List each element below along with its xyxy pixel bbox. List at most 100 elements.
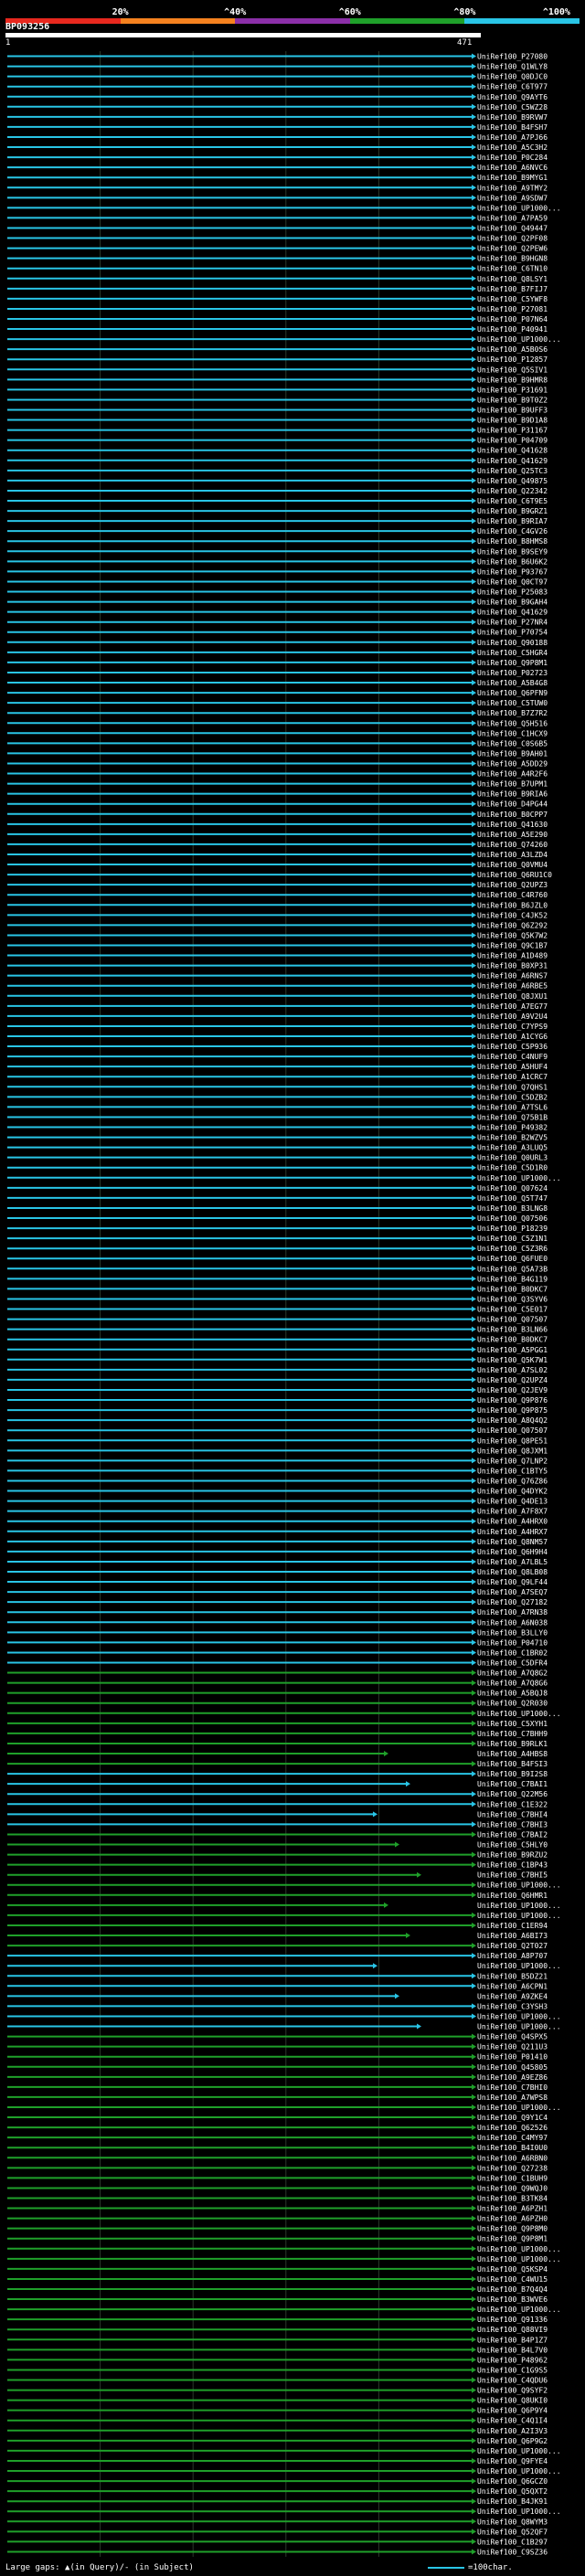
hit-label: UniRef100_Q6FUE0 xyxy=(477,1255,548,1263)
hit-arrow-icon xyxy=(472,63,476,69)
hit-arrow-icon xyxy=(472,1548,476,1554)
hit-arrow-icon xyxy=(472,770,476,777)
hit-label: UniRef100_B6JZL0 xyxy=(477,901,548,909)
hit-label: UniRef100_Q0DJC0 xyxy=(477,73,548,81)
hit-label: UniRef100_Q9WQJ0 xyxy=(477,2184,548,2192)
hit-arrow-icon xyxy=(472,2488,476,2495)
hit-label: UniRef100_A9ZKE4 xyxy=(477,1992,548,2000)
hit-label: UniRef100_B7Z7R2 xyxy=(477,709,548,717)
hit-label: UniRef100_P04709 xyxy=(477,437,548,445)
hit-arrow-icon xyxy=(472,2518,476,2525)
hit-label: UniRef100_C7BAI1 xyxy=(477,1780,548,1788)
hit-arrow-icon xyxy=(472,1326,476,1332)
hit-label: UniRef100_Q2UPZ4 xyxy=(477,1376,548,1384)
hit-arrow-icon xyxy=(472,2165,476,2171)
hit-arrow-icon xyxy=(472,477,476,483)
scale-legend-label: =100char. xyxy=(468,2563,513,2572)
hit-arrow-icon xyxy=(472,1427,476,1434)
hit-label: UniRef100_P02723 xyxy=(477,669,548,677)
hit-label: UniRef100_Q211U3 xyxy=(477,2043,548,2051)
hit-label: UniRef100_A6NVC6 xyxy=(477,164,548,172)
hit-label: UniRef100_A5C3H2 xyxy=(477,143,548,152)
hit-arrow-icon xyxy=(472,800,476,807)
hit-arrow-icon xyxy=(373,1811,378,1818)
hit-arrow-icon xyxy=(472,1498,476,1504)
hit-arrow-icon xyxy=(472,1246,476,1252)
hit-arrow-icon xyxy=(472,1983,476,1989)
hit-arrow-icon xyxy=(472,1528,476,1534)
hit-label: UniRef100_Q49447 xyxy=(477,224,548,232)
hit-label: UniRef100_C7BHI4 xyxy=(477,1810,548,1818)
hit-arrow-icon xyxy=(472,2286,476,2293)
hit-label: UniRef100_Q0VMU4 xyxy=(477,861,548,869)
hit-arrow-icon xyxy=(472,205,476,211)
hit-label: UniRef100_C7BHI5 xyxy=(477,1871,548,1880)
hit-arrow-icon xyxy=(472,346,476,353)
hit-label: UniRef100_P40941 xyxy=(477,325,548,334)
hit-label: UniRef100_Q2R030 xyxy=(477,1700,548,1708)
hit-label: UniRef100_C4QDU6 xyxy=(477,2377,548,2385)
hit-arrow-icon xyxy=(472,1215,476,1222)
hit-label: UniRef100_A6RBN0 xyxy=(477,2154,548,2162)
hit-arrow-icon xyxy=(472,2033,476,2040)
hit-arrow-icon xyxy=(472,2549,476,2555)
hit-arrow-icon xyxy=(472,1458,476,1464)
hit-label: UniRef100_A8Q4Q2 xyxy=(477,1416,548,1425)
hit-label: UniRef100_Q6PFN9 xyxy=(477,689,548,697)
hit-label: UniRef100_B9RIA6 xyxy=(477,790,548,799)
hit-label: UniRef100_C4WU15 xyxy=(477,2275,548,2284)
hit-arrow-icon xyxy=(472,2043,476,2050)
hit-arrow-icon xyxy=(472,2367,476,2373)
hit-label: UniRef100_A1CYG6 xyxy=(477,1033,548,1041)
hit-arrow-icon xyxy=(472,992,476,999)
hit-label: UniRef100_Q74260 xyxy=(477,841,548,849)
hit-label: UniRef100_A7Q8G2 xyxy=(477,1670,548,1678)
hit-arrow-icon xyxy=(472,1376,476,1383)
hit-arrow-icon xyxy=(472,2155,476,2161)
hit-label: UniRef100_Q6HMR1 xyxy=(477,1892,548,1900)
hit-label: UniRef100_A7RN38 xyxy=(477,1608,548,1617)
hit-arrow-icon xyxy=(472,1943,476,1949)
hit-arrow-icon xyxy=(472,558,476,565)
hit-label: UniRef100_Q41630 xyxy=(477,821,548,829)
hit-label: UniRef100_UP1000... xyxy=(477,1174,561,1182)
hit-label: UniRef100_C4MY97 xyxy=(477,2134,548,2142)
hit-arrow-icon xyxy=(472,2104,476,2110)
hit-arrow-icon xyxy=(472,144,476,151)
hit-arrow-icon xyxy=(472,1589,476,1595)
hit-label: UniRef100_C4R760 xyxy=(477,891,548,899)
hit-arrow-icon xyxy=(472,578,476,585)
hit-arrow-icon xyxy=(472,1164,476,1171)
hit-arrow-icon xyxy=(472,2327,476,2333)
hit-arrow-icon xyxy=(472,841,476,847)
hit-label: UniRef100_Q22M56 xyxy=(477,1790,548,1798)
hit-arrow-icon xyxy=(472,2255,476,2262)
hit-label: UniRef100_C7BAI2 xyxy=(477,1830,548,1839)
hit-label: UniRef100_Q0URL3 xyxy=(477,1154,548,1162)
hit-label: UniRef100_Q9C1B7 xyxy=(477,941,548,949)
hit-arrow-icon xyxy=(472,1235,476,1242)
hit-label: UniRef100_A5BQJ8 xyxy=(477,1690,548,1698)
hit-label: UniRef100_Q9P875 xyxy=(477,1406,548,1415)
hit-arrow-icon xyxy=(472,1639,476,1646)
hit-arrow-icon xyxy=(472,1659,476,1666)
hit-label: UniRef100_C1BUH9 xyxy=(477,2174,548,2182)
hit-arrow-icon xyxy=(472,680,476,686)
hit-arrow-icon xyxy=(472,1447,476,1454)
hit-label: UniRef100_Q76Z86 xyxy=(477,1477,548,1485)
hit-label: UniRef100_Q9P8M1 xyxy=(477,659,548,667)
hit-arrow-icon xyxy=(472,942,476,949)
hit-arrow-icon xyxy=(472,366,476,373)
hit-arrow-icon xyxy=(472,457,476,463)
hit-label: UniRef100_UP1000... xyxy=(477,2447,561,2455)
hit-label: UniRef100_Q9P8M1 xyxy=(477,2235,548,2243)
hit-arrow-icon xyxy=(472,1619,476,1626)
hit-label: UniRef100_B9UFF3 xyxy=(477,407,548,415)
hit-arrow-icon xyxy=(406,1781,410,1787)
hit-label: UniRef100_UP1000... xyxy=(477,1912,561,1920)
hit-label: UniRef100_C5Z3R6 xyxy=(477,1245,548,1253)
hit-arrow-icon xyxy=(472,831,476,837)
hit-label: UniRef100_Q8LB08 xyxy=(477,1568,548,1576)
hit-arrow-icon xyxy=(472,1892,476,1898)
hit-arrow-icon xyxy=(472,588,476,595)
